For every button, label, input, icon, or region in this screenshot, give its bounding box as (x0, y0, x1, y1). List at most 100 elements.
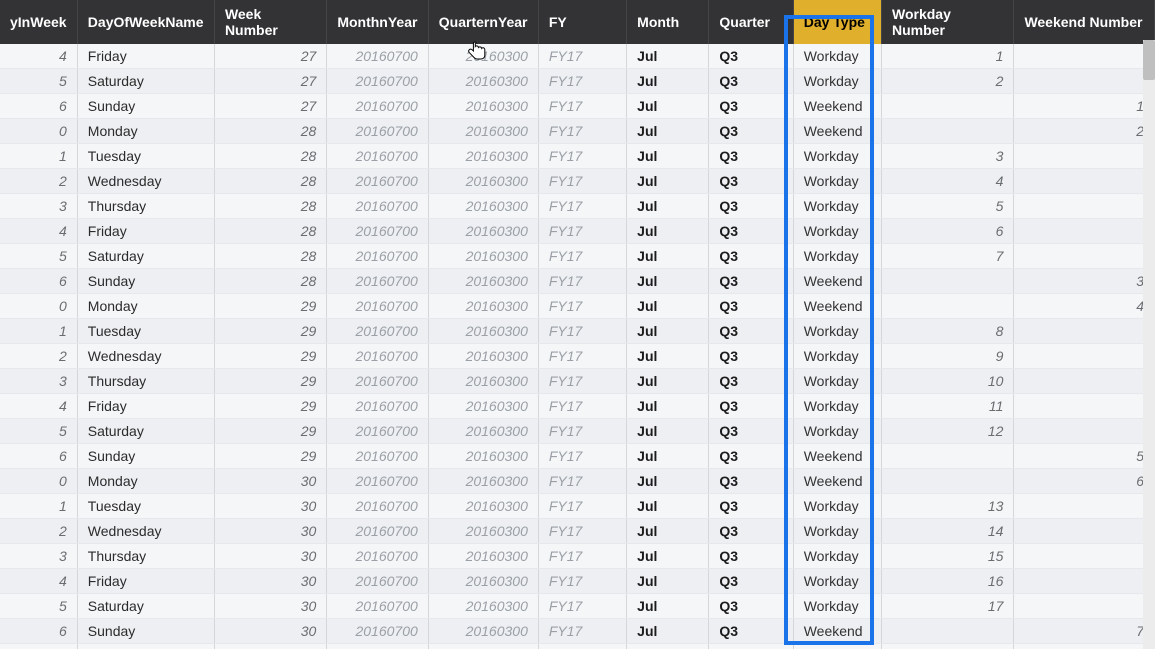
cell-monthnYear[interactable]: 20160700 (327, 194, 428, 219)
cell-fy[interactable]: FY17 (538, 594, 626, 619)
cell-fy[interactable]: FY17 (538, 44, 626, 69)
cell-quarter[interactable]: Q3 (709, 569, 793, 594)
cell-month[interactable]: Jul (627, 269, 709, 294)
cell-weekendNumber[interactable] (1014, 44, 1155, 69)
cell-dayOfWeekName[interactable]: Monday (77, 644, 214, 649)
cell-dayInWeek[interactable]: 0 (0, 119, 77, 144)
table-row[interactable]: 1Tuesday292016070020160300FY17JulQ3Workd… (0, 319, 1155, 344)
cell-quarternYear[interactable]: 20160300 (428, 244, 538, 269)
cell-workdayNumber[interactable] (882, 469, 1014, 494)
cell-dayInWeek[interactable]: 5 (0, 594, 77, 619)
cell-dayInWeek[interactable]: 1 (0, 144, 77, 169)
cell-quarter[interactable]: Q3 (709, 169, 793, 194)
cell-dayInWeek[interactable]: 0 (0, 644, 77, 649)
cell-dayOfWeekName[interactable]: Monday (77, 294, 214, 319)
cell-dayType[interactable]: Workday (793, 369, 881, 394)
cell-dayInWeek[interactable]: 5 (0, 244, 77, 269)
cell-dayOfWeekName[interactable]: Sunday (77, 619, 214, 644)
cell-workdayNumber[interactable] (882, 644, 1014, 649)
cell-workdayNumber[interactable]: 14 (882, 519, 1014, 544)
cell-dayOfWeekName[interactable]: Sunday (77, 444, 214, 469)
cell-quarternYear[interactable]: 20160300 (428, 519, 538, 544)
cell-dayType[interactable]: Workday (793, 319, 881, 344)
cell-weekendNumber[interactable]: 7 (1014, 619, 1155, 644)
cell-month[interactable]: Jul (627, 169, 709, 194)
cell-monthnYear[interactable]: 20160700 (327, 144, 428, 169)
cell-fy[interactable]: FY17 (538, 469, 626, 494)
cell-dayType[interactable]: Workday (793, 594, 881, 619)
vertical-scrollbar-thumb[interactable] (1143, 40, 1155, 80)
cell-quarter[interactable]: Q3 (709, 469, 793, 494)
table-row[interactable]: 3Thursday302016070020160300FY17JulQ3Work… (0, 544, 1155, 569)
cell-weekendNumber[interactable] (1014, 319, 1155, 344)
cell-workdayNumber[interactable]: 1 (882, 44, 1014, 69)
cell-weekendNumber[interactable]: 1 (1014, 94, 1155, 119)
cell-weekendNumber[interactable] (1014, 144, 1155, 169)
cell-month[interactable]: Jul (627, 369, 709, 394)
cell-weekNumber[interactable]: 29 (214, 319, 326, 344)
cell-monthnYear[interactable]: 20160700 (327, 594, 428, 619)
cell-quarternYear[interactable]: 20160300 (428, 369, 538, 394)
cell-month[interactable]: Jul (627, 294, 709, 319)
table-row[interactable]: 5Saturday292016070020160300FY17JulQ3Work… (0, 419, 1155, 444)
cell-dayInWeek[interactable]: 1 (0, 494, 77, 519)
table-row[interactable]: 6Sunday302016070020160300FY17JulQ3Weeken… (0, 619, 1155, 644)
column-header-quarternYear[interactable]: QuarternYear (428, 0, 538, 44)
cell-weekendNumber[interactable] (1014, 369, 1155, 394)
cell-monthnYear[interactable]: 20160700 (327, 469, 428, 494)
cell-dayType[interactable]: Workday (793, 219, 881, 244)
cell-monthnYear[interactable]: 20160700 (327, 394, 428, 419)
column-header-dayInWeek[interactable]: yInWeek (0, 0, 77, 44)
cell-monthnYear[interactable]: 20160700 (327, 169, 428, 194)
cell-weekNumber[interactable]: 27 (214, 69, 326, 94)
cell-weekNumber[interactable]: 28 (214, 219, 326, 244)
table-row[interactable]: 4Friday272016070020160300FY17JulQ3Workda… (0, 44, 1155, 69)
cell-dayInWeek[interactable]: 2 (0, 519, 77, 544)
cell-dayOfWeekName[interactable]: Wednesday (77, 169, 214, 194)
column-header-quarter[interactable]: Quarter (709, 0, 793, 44)
cell-month[interactable]: Jul (627, 244, 709, 269)
cell-month[interactable]: Jul (627, 519, 709, 544)
cell-workdayNumber[interactable]: 6 (882, 219, 1014, 244)
cell-fy[interactable]: FY17 (538, 569, 626, 594)
cell-workdayNumber[interactable]: 11 (882, 394, 1014, 419)
cell-month[interactable]: Jul (627, 194, 709, 219)
cell-quarter[interactable]: Q3 (709, 69, 793, 94)
cell-quarter[interactable]: Q3 (709, 119, 793, 144)
column-header-weekendNumber[interactable]: Weekend Number (1014, 0, 1155, 44)
table-row[interactable]: 5Saturday272016070020160300FY17JulQ3Work… (0, 69, 1155, 94)
cell-weekendNumber[interactable]: 3 (1014, 269, 1155, 294)
cell-month[interactable]: Jul (627, 319, 709, 344)
vertical-scrollbar[interactable] (1143, 40, 1155, 649)
cell-weekNumber[interactable]: 30 (214, 469, 326, 494)
cell-dayOfWeekName[interactable]: Friday (77, 394, 214, 419)
cell-weekNumber[interactable]: 30 (214, 619, 326, 644)
cell-workdayNumber[interactable]: 12 (882, 419, 1014, 444)
cell-month[interactable]: Jul (627, 494, 709, 519)
cell-weekNumber[interactable]: 28 (214, 144, 326, 169)
cell-dayOfWeekName[interactable]: Friday (77, 219, 214, 244)
cell-dayOfWeekName[interactable]: Wednesday (77, 519, 214, 544)
cell-quarter[interactable]: Q3 (709, 644, 793, 649)
cell-quarternYear[interactable]: 20160300 (428, 94, 538, 119)
cell-dayType[interactable]: Workday (793, 544, 881, 569)
cell-monthnYear[interactable]: 20160700 (327, 519, 428, 544)
cell-quarter[interactable]: Q3 (709, 269, 793, 294)
cell-weekNumber[interactable]: 28 (214, 169, 326, 194)
column-header-workdayNumber[interactable]: Workday Number (882, 0, 1014, 44)
cell-dayType[interactable]: Workday (793, 169, 881, 194)
cell-dayOfWeekName[interactable]: Monday (77, 469, 214, 494)
cell-weekNumber[interactable]: 30 (214, 519, 326, 544)
cell-fy[interactable]: FY17 (538, 69, 626, 94)
cell-fy[interactable]: FY17 (538, 519, 626, 544)
cell-quarter[interactable]: Q3 (709, 594, 793, 619)
table-row[interactable]: 0Monday302016070020160300FY17JulQ3Weeken… (0, 469, 1155, 494)
cell-fy[interactable]: FY17 (538, 444, 626, 469)
cell-fy[interactable]: FY17 (538, 619, 626, 644)
cell-weekendNumber[interactable] (1014, 344, 1155, 369)
cell-dayOfWeekName[interactable]: Tuesday (77, 319, 214, 344)
cell-monthnYear[interactable]: 20160700 (327, 619, 428, 644)
cell-quarter[interactable]: Q3 (709, 544, 793, 569)
table-row[interactable]: 5Saturday282016070020160300FY17JulQ3Work… (0, 244, 1155, 269)
cell-fy[interactable]: FY17 (538, 544, 626, 569)
